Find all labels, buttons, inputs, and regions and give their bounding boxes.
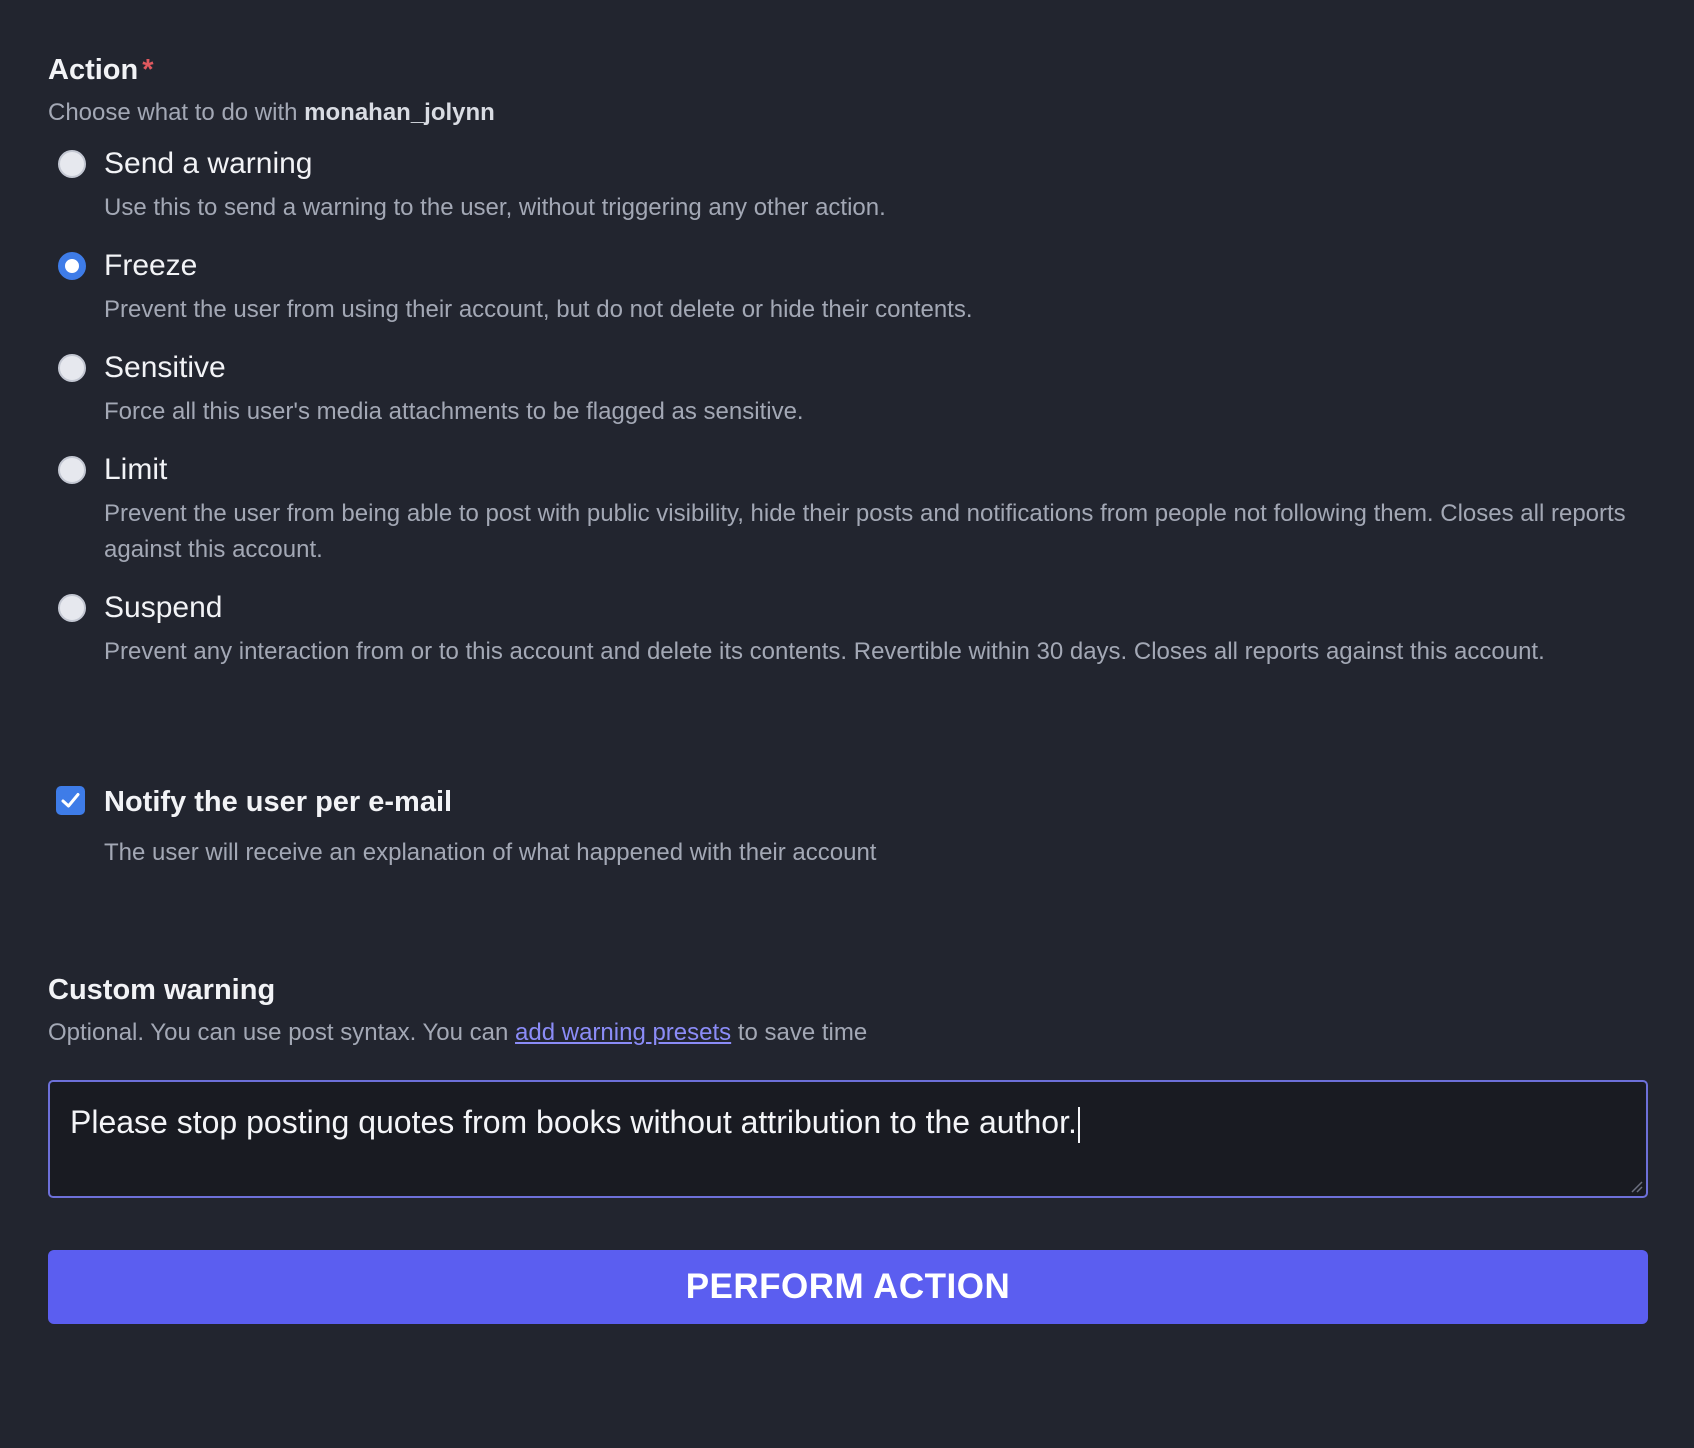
custom-warning-textarea[interactable]: Please stop posting quotes from books wi… [48, 1080, 1648, 1198]
custom-warning-hint-suffix: to save time [737, 1019, 868, 1046]
option-label[interactable]: Limit [104, 450, 1648, 490]
action-hint: Choose what to do with monahan_jolynn [48, 96, 1648, 130]
action-section: Action * Choose what to do with monahan_j… [48, 50, 1648, 670]
radio-send-warning[interactable] [58, 150, 86, 178]
notify-checkbox[interactable] [56, 786, 85, 815]
custom-warning-hint-text: Optional. You can use post syntax. You c… [48, 1019, 509, 1046]
option-sensitive[interactable]: Sensitive Force all this user's media at… [48, 348, 1648, 430]
checkmark-icon [61, 793, 80, 808]
option-description: Prevent the user from using their accoun… [104, 296, 973, 323]
notify-description: The user will receive an explanation of … [104, 839, 877, 866]
radio-freeze[interactable] [58, 252, 86, 280]
required-asterisk: * [142, 54, 154, 86]
text-caret [1077, 1106, 1080, 1143]
perform-action-button[interactable]: PERFORM ACTION [48, 1250, 1648, 1324]
option-description: Prevent the user from being able to post… [104, 500, 1626, 563]
custom-warning-title: Custom warning [48, 974, 276, 1006]
option-suspend[interactable]: Suspend Prevent any interaction from or … [48, 588, 1648, 670]
option-description: Force all this user's media attachments … [104, 398, 804, 425]
option-limit[interactable]: Limit Prevent the user from being able t… [48, 450, 1648, 568]
custom-warning-section: Custom warning Optional. You can use pos… [48, 970, 1648, 1198]
action-options: Send a warning Use this to send a warnin… [48, 144, 1648, 670]
option-label[interactable]: Sensitive [104, 348, 1648, 388]
custom-warning-text[interactable]: Please stop posting quotes from books wi… [70, 1100, 1626, 1144]
radio-sensitive[interactable] [58, 354, 86, 382]
radio-suspend[interactable] [58, 594, 86, 622]
option-freeze[interactable]: Freeze Prevent the user from using their… [48, 246, 1648, 328]
custom-warning-value: Please stop posting quotes from books wi… [70, 1104, 1077, 1140]
option-send-warning[interactable]: Send a warning Use this to send a warnin… [48, 144, 1648, 226]
target-username: monahan_jolynn [304, 99, 495, 126]
option-label[interactable]: Send a warning [104, 144, 1648, 184]
moderation-action-form: Action * Choose what to do with monahan_j… [48, 50, 1648, 1324]
notify-email-option[interactable]: Notify the user per e-mail The user will… [48, 782, 1648, 870]
option-description: Use this to send a warning to the user, … [104, 194, 886, 221]
radio-limit[interactable] [58, 456, 86, 484]
add-warning-presets-link[interactable]: add warning presets [515, 1019, 731, 1046]
resize-handle-icon[interactable] [1627, 1177, 1643, 1193]
option-label[interactable]: Suspend [104, 588, 1648, 628]
action-title-text: Action [48, 54, 139, 86]
option-description: Prevent any interaction from or to this … [104, 638, 1545, 665]
action-title: Action * [48, 50, 1648, 90]
notify-label[interactable]: Notify the user per e-mail [104, 782, 1648, 822]
option-label[interactable]: Freeze [104, 246, 1648, 286]
custom-warning-hint: Optional. You can use post syntax. You c… [48, 1016, 1648, 1050]
action-hint-text: Choose what to do with [48, 99, 298, 126]
